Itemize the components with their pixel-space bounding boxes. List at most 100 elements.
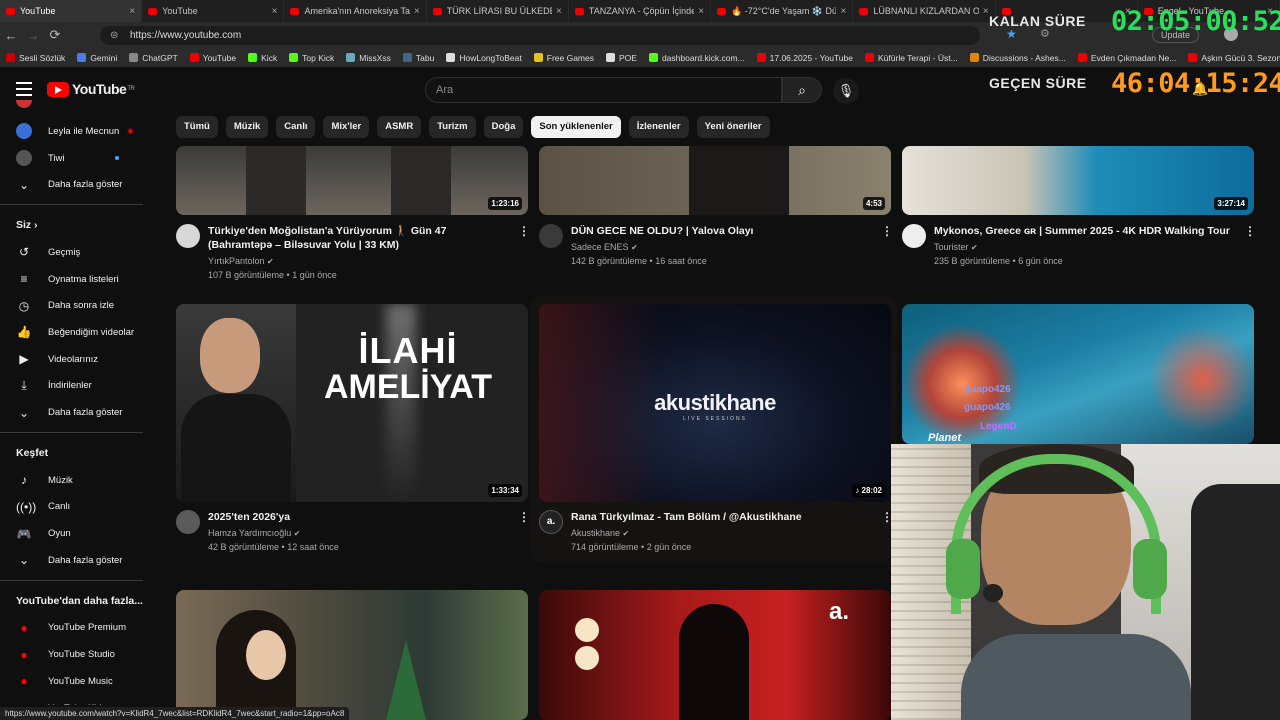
show-more-you[interactable]: ⌄ Daha fazla göster [0, 399, 155, 426]
sidebar-sub-leyla[interactable]: Leyla ile Mecnun ◉ [0, 118, 155, 145]
channel-avatar[interactable] [176, 510, 200, 534]
bookmark-item[interactable]: Tabu [402, 53, 434, 63]
more-options-icon[interactable]: ⋮ [1244, 224, 1256, 238]
filter-chip[interactable]: Tümü [176, 116, 218, 138]
video-thumbnail[interactable] [902, 304, 1254, 444]
filter-chip[interactable]: Son yüklenenler [531, 116, 621, 138]
channel-name[interactable]: YırtıkPantolon ✔ [208, 254, 274, 269]
channel-name[interactable]: Tourister ✔ [934, 240, 978, 255]
video-title[interactable]: Mykonos, Greece ɢʀ | Summer 2025 - 4K HD… [934, 224, 1234, 238]
video-thumbnail[interactable]: 4:53 [539, 146, 891, 215]
video-title[interactable]: Rana Türkyılmaz - Tam Bölüm / @Akustikha… [571, 510, 871, 524]
more-options-icon[interactable]: ⋮ [518, 510, 530, 524]
more-options-icon[interactable]: ⋮ [881, 224, 893, 238]
sidebar-item-partial[interactable] [0, 100, 155, 108]
sidebar-item[interactable]: ● YouTube Music [0, 668, 155, 695]
channel-avatar[interactable] [902, 224, 926, 248]
video-title[interactable]: 2025'ten 2026'ya [208, 510, 508, 524]
filter-chip[interactable]: Canlı [276, 116, 316, 138]
channel-name[interactable]: Sadece ENES ✔ [571, 240, 638, 255]
bookmark-item[interactable]: Kick [248, 53, 277, 63]
bookmark-item[interactable]: YouTube [189, 53, 236, 63]
sidebar-item[interactable]: ⤓ İndirilenler [0, 373, 155, 400]
bookmark-item[interactable]: ChatGPT [129, 53, 178, 63]
address-bar[interactable]: ⊜ https://www.youtube.com [100, 26, 980, 45]
logo-text: YouTube [72, 81, 127, 97]
filter-chip[interactable]: Müzik [225, 116, 269, 138]
more-options-icon[interactable]: ⋮ [518, 224, 530, 238]
sidebar-item[interactable]: ↺ Geçmiş [0, 239, 155, 266]
browser-tab[interactable]: TANZANYA - Çöpün İçinde Ş × [569, 0, 712, 22]
video-thumbnail[interactable]: 3:27:14 [902, 146, 1254, 215]
webcam-chair [1191, 484, 1280, 720]
sidebar-item[interactable]: ♪ Müzik [0, 467, 155, 494]
sidebar-item[interactable]: 👍 Beğendiğim videolar [0, 319, 155, 346]
video-thumbnail[interactable]: 1:23:16 [176, 146, 528, 215]
bookmark-item[interactable]: Free Games [533, 53, 594, 63]
video-thumbnail[interactable]: a. [539, 590, 891, 720]
browser-tab[interactable]: 🔥 -72°C'de Yaşam ❄️ Dün × [711, 0, 854, 22]
filter-chip[interactable]: Doğa [483, 116, 524, 138]
filter-chip[interactable]: Turizm [429, 116, 476, 138]
bookmark-item[interactable]: 17.06.2025 - YouTube [756, 53, 853, 63]
bookmark-item[interactable]: Sesli Sözlük [6, 53, 65, 63]
close-tab-icon[interactable]: × [556, 6, 562, 17]
filter-chip[interactable]: ASMR [377, 116, 422, 138]
sidebar-sub-tiwi[interactable]: Tiwi [0, 145, 155, 172]
search-input[interactable]: Ara [425, 77, 782, 103]
verified-icon: ✔ [971, 243, 978, 252]
channel-avatar[interactable] [176, 224, 200, 248]
video-thumbnail[interactable]: İLAHİ AMELİYAT 1:33:34 [176, 304, 528, 502]
sidebar-item[interactable]: ● YouTube Premium [0, 615, 155, 642]
sidebar-item[interactable]: ▶ Videolarınız [0, 346, 155, 373]
show-more-subscriptions[interactable]: ⌄ Daha fazla göster [0, 171, 155, 198]
bookmark-item[interactable]: POE [606, 53, 637, 63]
youtube-favicon-icon [574, 7, 584, 15]
youtube-favicon-icon [859, 7, 869, 15]
video-title[interactable]: Türkiye'den Moğolistan'a Yürüyorum 🚶 Gün… [208, 224, 513, 252]
sidebar-item[interactable]: ◷ Daha sonra izle [0, 292, 155, 319]
back-icon[interactable]: ← [0, 28, 22, 43]
channel-name[interactable]: Hamza Yardımcıoğlu ✔ [208, 526, 300, 541]
youtube-logo[interactable]: YouTube TR [47, 81, 135, 97]
menu-icon[interactable] [16, 82, 32, 96]
browser-tab[interactable]: LÜBNANLI KIZLARDAN ORY× [853, 0, 996, 22]
close-tab-icon[interactable]: × [698, 6, 704, 17]
close-tab-icon[interactable]: × [129, 6, 135, 17]
you-section-header[interactable]: Siz › [0, 211, 155, 239]
sidebar-item[interactable]: ● YouTube Studio [0, 641, 155, 668]
forward-icon[interactable]: → [22, 28, 44, 43]
browser-tab[interactable]: Amerika'nın Anoreksiya Tarih × [284, 0, 427, 22]
browser-tab[interactable]: TÜRK LİRASI BU ÜLKEDE ÇOK × [427, 0, 569, 22]
search-button[interactable]: ⌕ [782, 77, 822, 103]
close-tab-icon[interactable]: × [840, 6, 846, 17]
voice-search-button[interactable]: 🎙 [833, 78, 859, 104]
bookmark-item[interactable]: HowLongToBeat [446, 53, 522, 63]
channel-avatar[interactable]: a. [539, 510, 563, 534]
filter-chip[interactable]: Yeni öneriler [696, 116, 770, 138]
filter-chip[interactable]: İzlenenler [628, 116, 689, 138]
channel-avatar[interactable] [539, 224, 563, 248]
browser-tab[interactable]: YouTube × [0, 0, 143, 22]
show-more-explore[interactable]: ⌄ Daha fazla göster [0, 547, 155, 574]
browser-tab[interactable]: YouTube × [142, 0, 285, 22]
bookmark-item[interactable]: MissXss [346, 53, 391, 63]
bookmark-item[interactable]: dashboard.kick.com... [648, 53, 745, 63]
close-tab-icon[interactable]: × [272, 6, 278, 17]
bookmark-item[interactable]: Top Kick [289, 53, 334, 63]
bookmark-item[interactable]: Küfürle Terapi - Üst... [865, 53, 958, 63]
reload-icon[interactable]: ⟳ [44, 27, 66, 43]
sidebar-item[interactable]: ● YouTube Kids [0, 695, 155, 705]
sidebar-item[interactable]: ((•)) Canlı [0, 494, 155, 521]
video-title[interactable]: DÜN GECE NE OLDU? | Yalova Olayı [571, 224, 871, 238]
sidebar-item[interactable]: 🎮 Oyun [0, 520, 155, 547]
webcam-headset-cup [1133, 539, 1167, 599]
video-thumbnail[interactable]: akustikhane LIVE SESSIONS ♪ 28:02 [539, 304, 891, 502]
sidebar-item[interactable]: ≡ Oynatma listeleri [0, 266, 155, 293]
filter-chip[interactable]: Mix'ler [323, 116, 370, 138]
bookmark-item[interactable]: Gemini [77, 53, 117, 63]
site-info-icon[interactable]: ⊜ [110, 30, 122, 41]
video-thumbnail[interactable] [176, 590, 528, 720]
channel-name[interactable]: Akustikhane ✔ [571, 526, 629, 541]
close-tab-icon[interactable]: × [414, 6, 420, 17]
